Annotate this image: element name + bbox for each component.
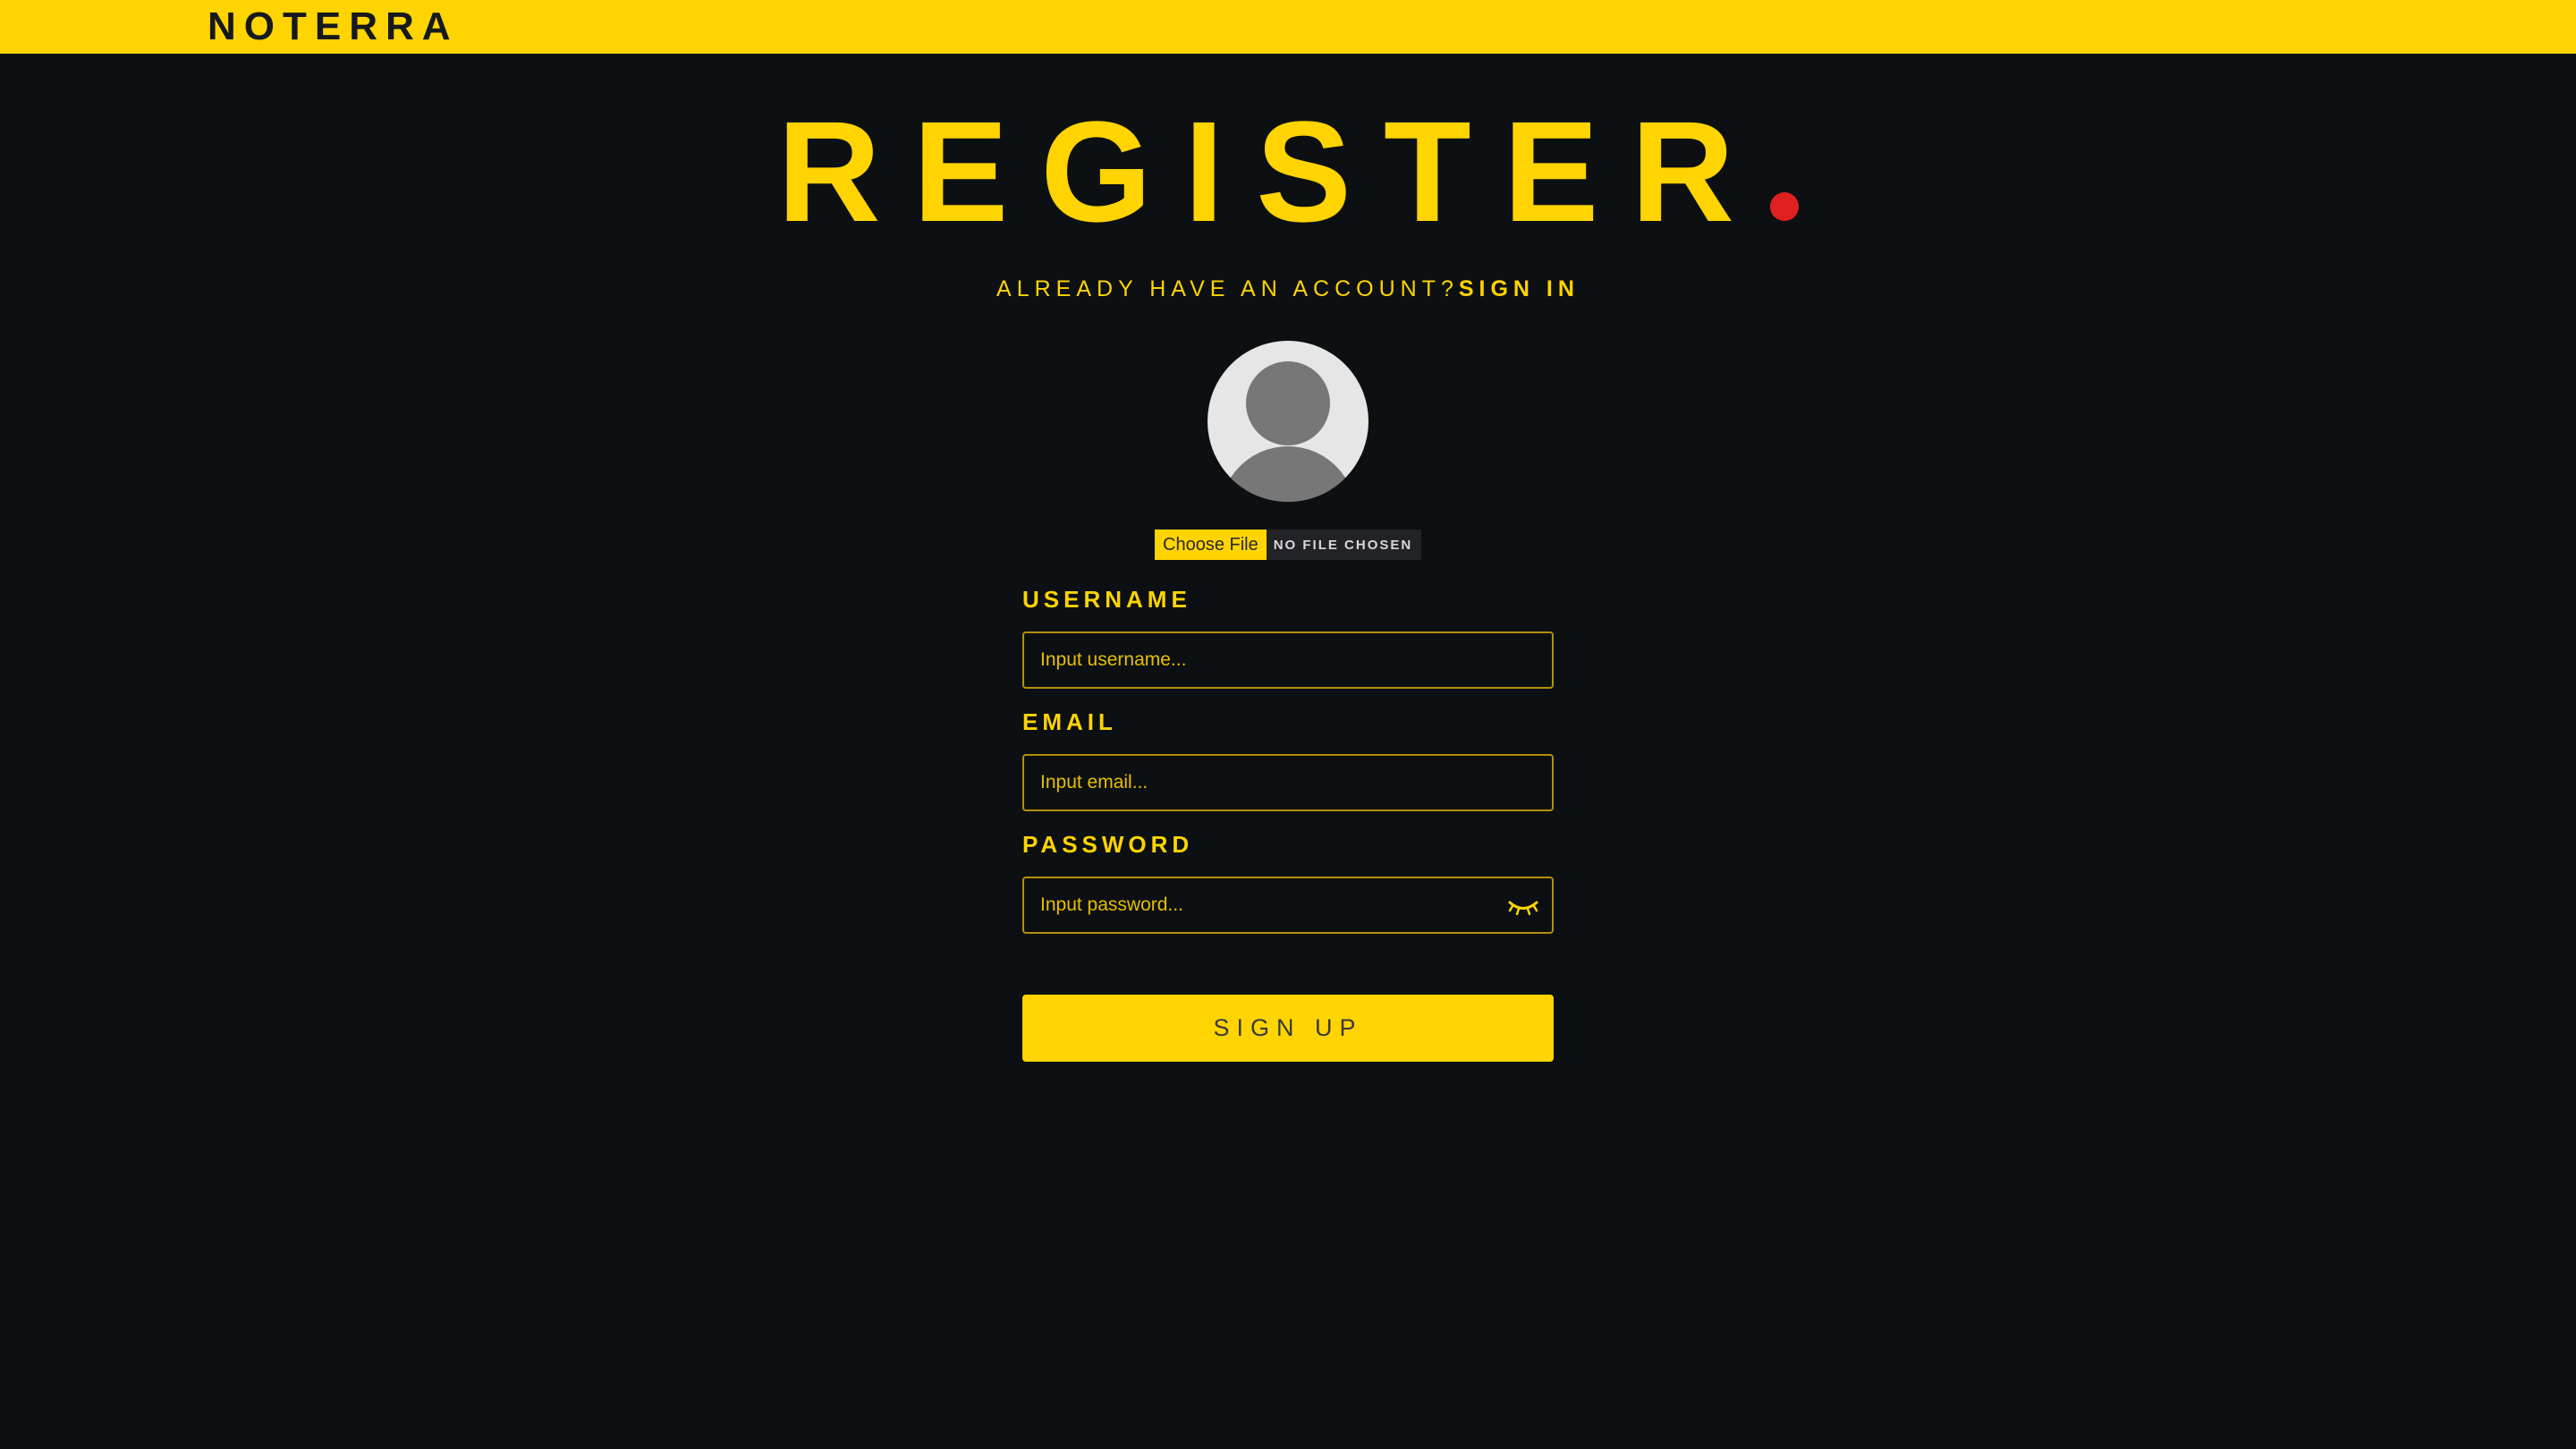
avatar-file-input[interactable]: Choose File NO FILE CHOSEN [1155, 530, 1421, 560]
email-field-wrapper [1022, 754, 1554, 811]
signin-prompt-row: ALREADY HAVE AN ACCOUNT?SIGN IN [0, 274, 2576, 304]
avatar-head [1246, 361, 1330, 445]
page-title-text: REGISTER [777, 91, 1767, 251]
eye-closed-icon[interactable] [1507, 894, 1539, 918]
avatar-body [1220, 446, 1356, 502]
file-status-text: NO FILE CHOSEN [1273, 537, 1413, 553]
avatar-placeholder [1208, 341, 1368, 502]
brand-logo[interactable]: NOTERRA [208, 0, 459, 54]
email-input[interactable] [1024, 756, 1552, 809]
signin-prompt: ALREADY HAVE AN ACCOUNT? [996, 276, 1459, 301]
password-label: PASSWORD [1022, 831, 1194, 858]
title-dot [1769, 192, 1799, 221]
username-label: USERNAME [1022, 586, 1191, 613]
signup-button[interactable]: SIGN UP [1022, 995, 1554, 1062]
choose-file-button[interactable]: Choose File [1155, 530, 1267, 560]
top-navbar: NOTERRA [0, 0, 2576, 54]
password-input[interactable] [1024, 878, 1552, 932]
username-field-wrapper [1022, 631, 1554, 689]
email-label: EMAIL [1022, 708, 1117, 735]
signin-link[interactable]: SIGN IN [1459, 276, 1580, 301]
page-title: REGISTER [0, 100, 2576, 243]
username-input[interactable] [1024, 633, 1552, 687]
password-field-wrapper [1022, 877, 1554, 934]
